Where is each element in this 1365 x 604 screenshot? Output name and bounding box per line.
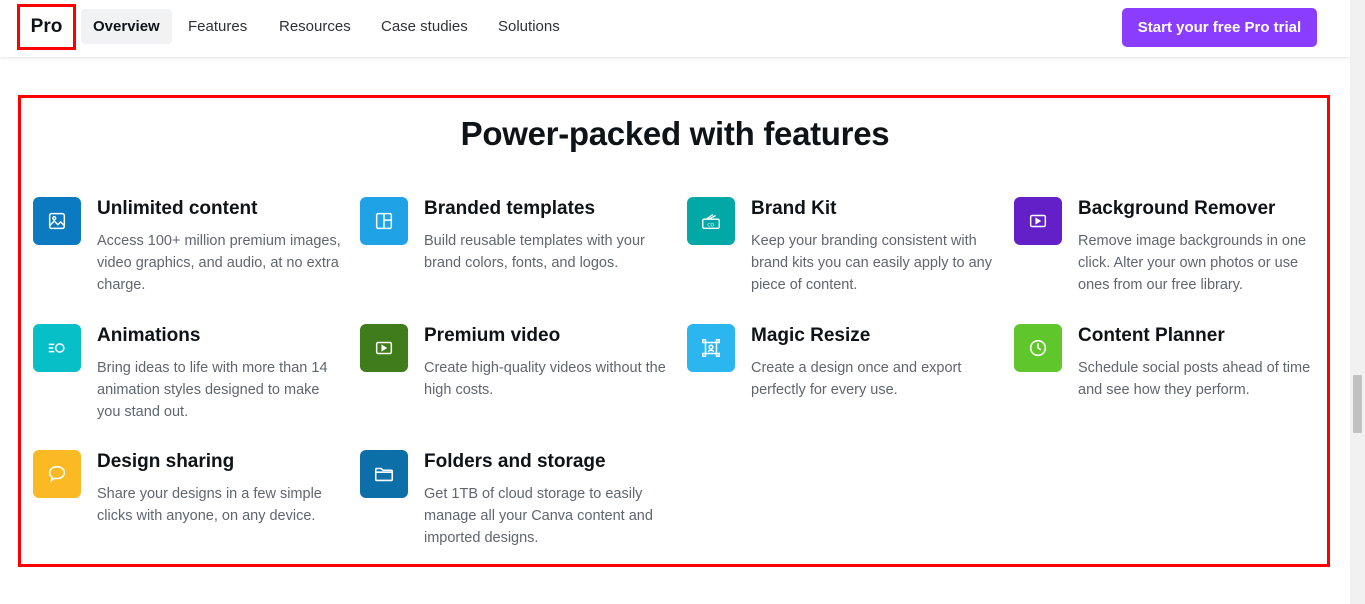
- section-title: Power-packed with features: [460, 115, 890, 152]
- tab-resources[interactable]: Resources: [267, 9, 363, 44]
- feature-description: Build reusable templates with your brand…: [424, 233, 645, 271]
- feature-description: Share your designs in a few simple click…: [97, 486, 322, 524]
- feature-description: Get 1TB of cloud storage to easily manag…: [424, 486, 653, 546]
- tab-overview[interactable]: Overview: [81, 9, 172, 44]
- feature-description: Remove image backgrounds in one click. A…: [1078, 233, 1307, 293]
- top-navigation: Pro Overview Features Resources Case stu…: [0, 0, 1350, 57]
- feature-title: Folders and storage: [424, 451, 606, 472]
- page-scrollbar[interactable]: [1350, 0, 1365, 604]
- background-remover-icon: [1014, 197, 1062, 245]
- feature-description: Access 100+ million premium images, vide…: [97, 233, 341, 293]
- feature-description: Schedule social posts ahead of time and …: [1078, 360, 1311, 398]
- feature-description: Keep your branding consistent with brand…: [751, 233, 992, 293]
- svg-text:CO: CO: [707, 223, 714, 229]
- feature-title: Design sharing: [97, 451, 235, 472]
- feature-title: Branded templates: [424, 198, 596, 219]
- tab-features[interactable]: Features: [176, 9, 259, 44]
- chat-bubble-icon: [33, 450, 81, 498]
- feature-description: Create high-quality videos without the h…: [424, 360, 666, 398]
- scrollbar-thumb[interactable]: [1353, 375, 1362, 433]
- brand-logo[interactable]: Pro: [17, 4, 76, 50]
- feature-title: Background Remover: [1078, 198, 1276, 219]
- feature-description: Bring ideas to life with more than 14 an…: [97, 360, 328, 420]
- tab-case-studies[interactable]: Case studies: [369, 9, 480, 44]
- brand-label: Pro: [30, 16, 63, 37]
- clock-icon: [1014, 324, 1062, 372]
- start-free-trial-button[interactable]: Start your free Pro trial: [1122, 8, 1317, 47]
- folder-icon: [360, 450, 408, 498]
- feature-description: Create a design once and export perfectl…: [751, 360, 962, 398]
- feature-title: Content Planner: [1078, 325, 1225, 346]
- animation-icon: [33, 324, 81, 372]
- feature-title: Unlimited content: [97, 198, 258, 219]
- template-icon: [360, 197, 408, 245]
- feature-title: Brand Kit: [751, 198, 837, 219]
- feature-title: Magic Resize: [751, 325, 871, 346]
- image-icon: [33, 197, 81, 245]
- feature-title: Animations: [97, 325, 201, 346]
- feature-title: Premium video: [424, 325, 561, 346]
- brand-kit-icon: CO: [687, 197, 735, 245]
- video-icon: [360, 324, 408, 372]
- resize-icon: [687, 324, 735, 372]
- tab-solutions[interactable]: Solutions: [486, 9, 572, 44]
